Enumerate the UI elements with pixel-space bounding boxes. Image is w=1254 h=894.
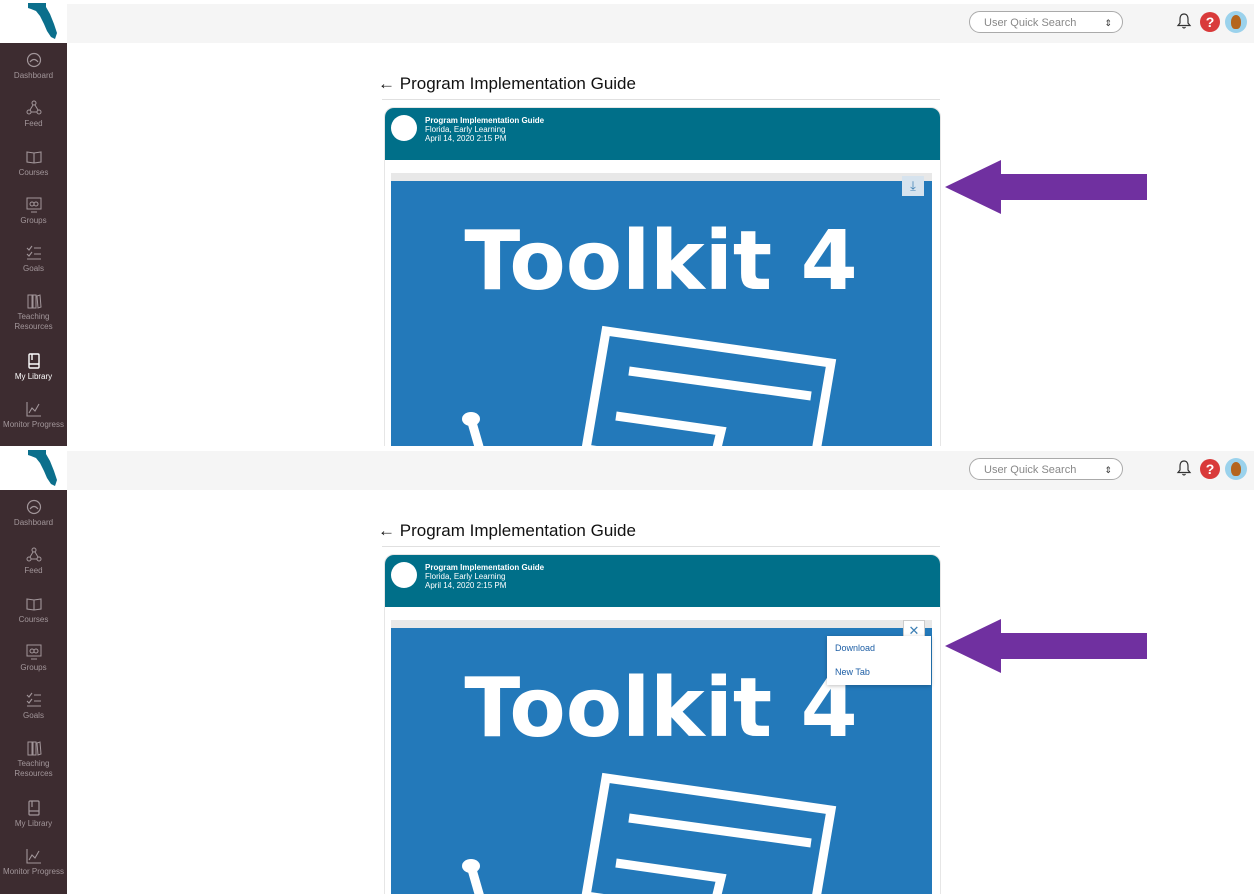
bell-icon[interactable] [1176, 12, 1192, 35]
sidebar-item-feed[interactable]: Feed [0, 546, 67, 576]
courses-book-icon [25, 151, 42, 164]
sidebar-item-teaching-resources[interactable]: Teaching Resources [0, 739, 67, 779]
menu-item-download[interactable]: Download [827, 636, 931, 660]
sidebar-item-label: Courses [18, 615, 49, 624]
user-avatar[interactable] [1225, 458, 1247, 480]
top-bar: User Quick Search ⇕ ? [67, 4, 1254, 43]
screenshot-panel-download-menu: User Quick Search ⇕ ? Dashboard Feed Cou… [0, 447, 1254, 894]
my-library-icon [27, 353, 40, 369]
sidebar-item-my-library[interactable]: My Library [0, 799, 67, 829]
page-title-text: Program Implementation Guide [399, 521, 636, 540]
sidebar-item-label: Dashboard [13, 71, 54, 80]
sidebar-item-goals[interactable]: Goals [0, 691, 67, 721]
post-date: April 14, 2020 2:15 PM [425, 134, 507, 143]
document-page: Toolkit 4 [391, 181, 932, 446]
monitor-progress-chart-icon [25, 849, 41, 864]
toolkit-illustration: Toolkit 4 [462, 214, 858, 446]
post-card-header: Program Implementation Guide Florida, Ea… [385, 555, 940, 607]
sidebar-item-monitor-progress[interactable]: Monitor Progress [0, 400, 67, 430]
dashboard-gauge-icon [26, 499, 41, 515]
user-quick-search-input[interactable]: User Quick Search ⇕ [969, 458, 1123, 480]
monitor-progress-chart-icon [25, 402, 41, 417]
user-avatar[interactable] [1225, 11, 1247, 33]
screenshot-panel-download-button: User Quick Search ⇕ ? Dashboard Feed Cou… [0, 0, 1254, 446]
post-card: Program Implementation Guide Florida, Ea… [384, 107, 941, 446]
back-arrow-icon[interactable]: ← [378, 74, 395, 93]
my-library-icon [27, 800, 40, 816]
sidebar-item-label: Monitor Progress [3, 867, 64, 876]
sidebar-item-label: Groups [20, 216, 47, 225]
page-title: ← Program Implementation Guide [378, 74, 636, 94]
groups-people-icon [26, 197, 41, 213]
download-icon[interactable]: ⤓ [902, 176, 924, 196]
post-author-avatar [391, 115, 417, 141]
sidebar-item-label: Feed [24, 119, 43, 128]
select-arrows-icon: ⇕ [1104, 18, 1112, 28]
sidebar-item-teaching-resources[interactable]: Teaching Resources [0, 292, 67, 332]
sidebar-item-feed[interactable]: Feed [0, 99, 67, 129]
florida-logo[interactable] [0, 0, 67, 43]
teaching-resources-books-icon [27, 741, 42, 756]
sidebar-item-groups[interactable]: Groups [0, 196, 67, 226]
page-title: ← Program Implementation Guide [378, 521, 636, 541]
teaching-resources-books-icon [27, 294, 42, 309]
sidebar-item-label: Dashboard [13, 518, 54, 527]
sidebar-item-monitor-progress[interactable]: Monitor Progress [0, 847, 67, 877]
post-subtitle: Florida, Early Learning [425, 572, 506, 581]
goals-checklist-icon [26, 245, 41, 260]
post-card-header: Program Implementation Guide Florida, Ea… [385, 108, 940, 160]
sidebar-item-goals[interactable]: Goals [0, 244, 67, 274]
sidebar-item-courses[interactable]: Courses [0, 595, 67, 625]
menu-item-new-tab[interactable]: New Tab [827, 660, 931, 684]
post-title: Program Implementation Guide [425, 563, 545, 572]
annotation-arrow-left-icon [945, 619, 1147, 673]
florida-logo[interactable] [0, 447, 67, 490]
sidebar-item-label: Monitor Progress [3, 420, 64, 429]
groups-people-icon [26, 644, 41, 660]
annotation-arrow-left-icon [945, 160, 1147, 214]
dashboard-gauge-icon [26, 52, 41, 68]
document-headline: Toolkit 4 [464, 661, 857, 756]
courses-book-icon [25, 598, 42, 611]
sidebar: Dashboard Feed Courses Groups Goals Teac… [0, 490, 67, 894]
sidebar-item-label: Goals [23, 711, 44, 720]
sidebar-item-courses[interactable]: Courses [0, 148, 67, 178]
sidebar-item-label: Groups [20, 663, 47, 672]
download-options-menu: Download New Tab [827, 636, 931, 685]
sidebar-item-label: Feed [24, 566, 43, 575]
help-question-icon[interactable]: ? [1200, 12, 1220, 32]
sidebar-item-label: Goals [23, 264, 44, 273]
post-subtitle: Florida, Early Learning [425, 125, 506, 134]
sidebar-item-label: My Library [14, 372, 53, 381]
help-question-icon[interactable]: ? [1200, 459, 1220, 479]
user-quick-search-input[interactable]: User Quick Search ⇕ [969, 11, 1123, 33]
page-title-text: Program Implementation Guide [399, 74, 636, 93]
sidebar-item-dashboard[interactable]: Dashboard [0, 498, 67, 528]
feed-network-icon [26, 547, 41, 562]
goals-checklist-icon [26, 692, 41, 707]
post-title: Program Implementation Guide [425, 116, 545, 125]
back-arrow-icon[interactable]: ← [378, 521, 395, 540]
sidebar: Dashboard Feed Courses Groups Goals Teac… [0, 43, 67, 446]
sidebar-item-dashboard[interactable]: Dashboard [0, 51, 67, 81]
select-arrows-icon: ⇕ [1104, 465, 1112, 475]
feed-network-icon [26, 100, 41, 115]
post-author-avatar [391, 562, 417, 588]
sidebar-item-my-library[interactable]: My Library [0, 352, 67, 382]
sidebar-item-label: Teaching Resources [14, 759, 53, 778]
sidebar-item-groups[interactable]: Groups [0, 643, 67, 673]
top-bar: User Quick Search ⇕ ? [67, 451, 1254, 490]
sidebar-item-label: My Library [14, 819, 53, 828]
sidebar-item-label: Courses [18, 168, 49, 177]
post-date: April 14, 2020 2:15 PM [425, 581, 507, 590]
document-headline: Toolkit 4 [464, 214, 857, 309]
bell-icon[interactable] [1176, 459, 1192, 482]
title-divider [382, 546, 940, 547]
document-viewer: Toolkit 4 ⤓ [391, 173, 932, 446]
post-card: Program Implementation Guide Florida, Ea… [384, 554, 941, 894]
title-divider [382, 99, 940, 100]
sidebar-item-label: Teaching Resources [14, 312, 53, 331]
